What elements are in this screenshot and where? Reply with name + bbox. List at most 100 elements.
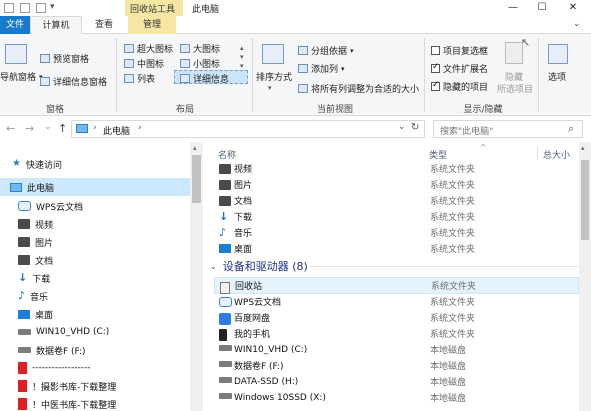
folder-row[interactable]: ♪ 音乐 系统文件夹: [214, 224, 579, 241]
add-columns-button[interactable]: 添加列 ▾: [298, 62, 345, 75]
nav-item[interactable]: ↓ 下载: [0, 269, 190, 287]
devices-group-header[interactable]: ⌄ 设备和驱动器 (8): [210, 258, 308, 274]
device-row[interactable]: WPS云文档 系统文件夹: [214, 293, 579, 310]
back-button[interactable]: ←: [6, 122, 15, 135]
folder-type: 系统文件夹: [430, 181, 476, 191]
tab-view[interactable]: 查看: [86, 16, 122, 34]
device-row[interactable]: WIN10_VHD (C:) 本地磁盘: [214, 341, 579, 358]
navigation-pane-button[interactable]: 导航窗格▾: [0, 70, 43, 84]
address-path[interactable]: 此电脑: [103, 124, 130, 137]
nav-item[interactable]: ！中医书库-下载整理: [0, 395, 190, 411]
list-view-icon: [124, 74, 134, 83]
file-extensions-checkbox[interactable]: [431, 62, 440, 73]
nav-item-label: 图片: [35, 238, 54, 249]
recent-locations-button[interactable]: ⌄: [44, 122, 52, 132]
sort-by-icon[interactable]: [262, 44, 284, 64]
red-folder-icon: [18, 362, 27, 374]
nav-scroll-thumb[interactable]: [192, 155, 201, 203]
details-pane-button[interactable]: 详细信息窗格: [40, 75, 107, 88]
refresh-icon[interactable]: ↻: [411, 122, 419, 133]
scroll-up-icon[interactable]: ▴: [581, 144, 585, 152]
extra-large-icons-button[interactable]: 超大图标: [124, 42, 173, 55]
close-button[interactable]: ✕: [558, 0, 588, 16]
path-chevron-icon[interactable]: ›: [138, 123, 142, 133]
nav-item[interactable]: 视频: [0, 215, 190, 233]
add-columns-label: 添加列: [311, 65, 339, 75]
nav-item[interactable]: 图片: [0, 233, 190, 251]
item-checkboxes-toggle[interactable]: 项目复选框: [431, 44, 488, 57]
new-folder-icon[interactable]: [36, 3, 46, 13]
options-button[interactable]: 选项: [548, 70, 566, 83]
sort-by-button[interactable]: 排序方式: [256, 70, 292, 83]
scroll-up-icon[interactable]: ▴: [193, 144, 197, 152]
hidden-items-checkbox[interactable]: [431, 80, 440, 91]
file-extensions-toggle[interactable]: 文件扩展名: [431, 62, 488, 75]
nav-item[interactable]: ♪ 音乐: [0, 287, 190, 305]
quick-access-dropdown-icon[interactable]: ▾: [50, 2, 55, 12]
forward-button[interactable]: →: [25, 122, 34, 135]
folder-row[interactable]: 图片 系统文件夹: [214, 176, 579, 193]
size-all-columns-button[interactable]: 将所有列调整为合适的大小: [298, 82, 419, 95]
preview-pane-button[interactable]: 预览窗格: [40, 52, 89, 65]
nav-item[interactable]: 文档: [0, 251, 190, 269]
options-icon[interactable]: [548, 44, 568, 64]
device-row[interactable]: 我的手机 系统文件夹: [214, 325, 579, 342]
details-view-button[interactable]: 详细信息: [180, 72, 229, 85]
nav-item[interactable]: 桌面: [0, 305, 190, 323]
up-button[interactable]: ↑: [58, 122, 67, 135]
address-dropdown-icon[interactable]: ⌄: [398, 122, 406, 132]
preview-pane-label: 预览窗格: [53, 55, 90, 65]
search-icon[interactable]: ⌕: [568, 122, 574, 136]
address-separator[interactable]: ›: [93, 123, 97, 133]
folder-row[interactable]: 桌面 系统文件夹: [214, 240, 579, 257]
device-row[interactable]: 百度网盘 系统文件夹: [214, 309, 579, 326]
nav-item[interactable]: WIN10_VHD (C:): [0, 323, 190, 341]
nav-item-label: ------------------: [32, 363, 91, 373]
device-row[interactable]: 回收站 系统文件夹: [214, 277, 579, 294]
medium-icons-button[interactable]: 中图标: [124, 57, 164, 70]
folder-icon[interactable]: [4, 3, 14, 13]
nav-quick-access[interactable]: ★ 快速访问: [0, 155, 190, 173]
item-checkboxes-checkbox[interactable]: [431, 46, 440, 55]
small-icons-button[interactable]: 小图标: [180, 57, 220, 70]
tab-manage[interactable]: 管理: [128, 16, 176, 34]
video-folder-icon: [18, 219, 30, 229]
search-placeholder: 搜索"此电脑": [440, 127, 494, 137]
folder-row[interactable]: 文档 系统文件夹: [214, 192, 579, 209]
large-icons-icon: [180, 44, 190, 53]
column-divider[interactable]: [537, 146, 538, 160]
medium-icons-icon: [124, 59, 134, 68]
navigation-pane-icon[interactable]: [5, 44, 27, 64]
folder-type: 系统文件夹: [430, 245, 476, 255]
folder-row[interactable]: ↓ 下载 系统文件夹: [214, 208, 579, 225]
folder-row[interactable]: 视频 系统文件夹: [214, 160, 579, 177]
device-type: 系统文件夹: [431, 282, 477, 292]
device-row[interactable]: Windows 10SSD (X:) 本地磁盘: [214, 389, 579, 406]
nav-item[interactable]: 数据卷F (F:): [0, 341, 190, 359]
nav-item[interactable]: WPS云文档: [0, 197, 190, 215]
nav-item[interactable]: ！摄影书库-下载整理: [0, 377, 190, 395]
minimize-button[interactable]: —: [498, 0, 528, 16]
content-scroll-thumb[interactable]: [581, 160, 589, 240]
properties-icon[interactable]: [20, 3, 30, 13]
hide-selected-label-2[interactable]: 所选项目: [497, 82, 533, 95]
hidden-items-toggle[interactable]: 隐藏的项目: [431, 80, 488, 93]
expand-ribbon-icon[interactable]: ⌄: [573, 19, 581, 29]
group-by-button[interactable]: 分组依据 ▾: [298, 44, 354, 57]
list-view-button[interactable]: 列表: [124, 72, 155, 85]
device-row[interactable]: DATA-SSD (H:) 本地磁盘: [214, 373, 579, 390]
large-icons-button[interactable]: 大图标: [180, 42, 220, 55]
nav-item[interactable]: ------------------: [0, 359, 190, 377]
device-row[interactable]: 数据卷F (F:) 本地磁盘: [214, 357, 579, 374]
tab-file[interactable]: 文件: [0, 16, 30, 34]
music-icon: ♪: [219, 226, 227, 239]
sort-by-dropdown-icon[interactable]: ▾: [268, 84, 272, 92]
drive-icon: [219, 377, 232, 383]
layout-scroll-arrows-icon[interactable]: ▴ ▾ ▾: [240, 44, 244, 71]
tab-computer[interactable]: 计算机: [30, 16, 82, 34]
folder-name: 下载: [234, 213, 253, 223]
nav-this-pc[interactable]: 此电脑: [0, 178, 190, 196]
drive-icon: [219, 393, 232, 399]
collapse-chevron-icon[interactable]: ⌄: [210, 262, 217, 271]
maximize-button[interactable]: ☐: [527, 0, 557, 16]
